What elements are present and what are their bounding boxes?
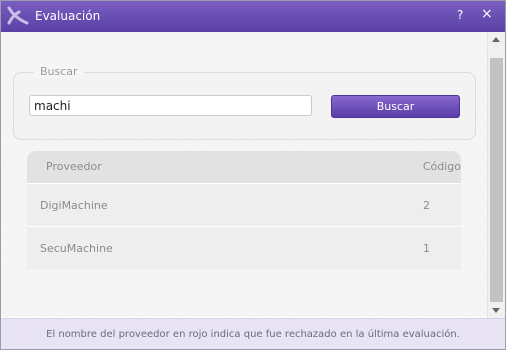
footer-note: El nombre del proveedor en rojo indica q… <box>1 318 505 349</box>
scroll-down-arrow-icon[interactable] <box>492 308 500 313</box>
column-header-codigo[interactable]: Código <box>423 160 461 173</box>
search-legend: Buscar <box>34 65 84 78</box>
help-button[interactable]: ? <box>457 8 463 22</box>
vertical-scrollbar[interactable] <box>487 32 505 318</box>
provider-code-cell: 2 <box>423 199 430 212</box>
title-bar: Evaluación ? × <box>1 1 505 32</box>
scroll-up-arrow-icon[interactable] <box>492 37 500 42</box>
provider-name-cell: SecuMachine <box>40 242 113 255</box>
table-header: Proveedor Código <box>27 151 461 183</box>
search-button[interactable]: Buscar <box>331 95 460 118</box>
content-area: Buscar Buscar Proveedor Código DigiMachi… <box>1 32 487 317</box>
scrollbar-thumb[interactable] <box>490 58 503 302</box>
window-title: Evaluación <box>35 9 101 23</box>
close-button[interactable]: × <box>481 6 493 22</box>
table-row[interactable]: SecuMachine 1 <box>27 226 461 269</box>
column-header-proveedor[interactable]: Proveedor <box>46 160 102 173</box>
evaluation-window: Evaluación ? × Buscar Buscar Proveedor C… <box>0 0 506 350</box>
provider-code-cell: 1 <box>423 242 430 255</box>
search-input[interactable] <box>29 95 312 116</box>
table-row[interactable]: DigiMachine 2 <box>27 183 461 226</box>
search-group: Buscar Buscar <box>13 65 476 140</box>
provider-name-cell: DigiMachine <box>40 199 108 212</box>
provider-table: Proveedor Código DigiMachine 2 SecuMachi… <box>27 151 461 269</box>
app-logo-icon <box>7 6 29 26</box>
